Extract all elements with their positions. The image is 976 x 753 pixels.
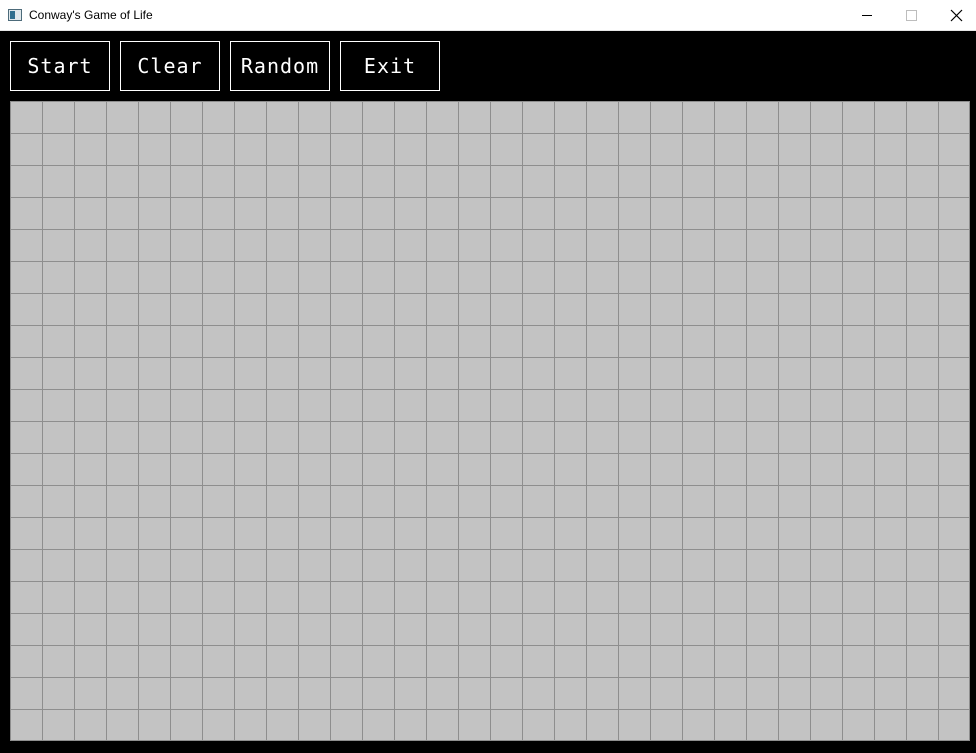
clear-button[interactable]: Clear (120, 41, 220, 91)
title-bar[interactable]: Conway's Game of Life (0, 0, 976, 31)
random-button[interactable]: Random (230, 41, 330, 91)
window-title: Conway's Game of Life (29, 8, 153, 22)
minimize-icon (862, 15, 872, 16)
exit-button[interactable]: Exit (340, 41, 440, 91)
close-button[interactable] (934, 0, 976, 30)
close-icon (950, 9, 963, 22)
app-window: Conway's Game of Life Start Clear Random… (0, 0, 976, 753)
maximize-icon (906, 10, 917, 21)
minimize-button[interactable] (844, 0, 889, 30)
app-window-icon (8, 9, 22, 21)
maximize-button[interactable] (889, 0, 934, 30)
start-button[interactable]: Start (10, 41, 110, 91)
life-grid[interactable] (10, 101, 970, 741)
